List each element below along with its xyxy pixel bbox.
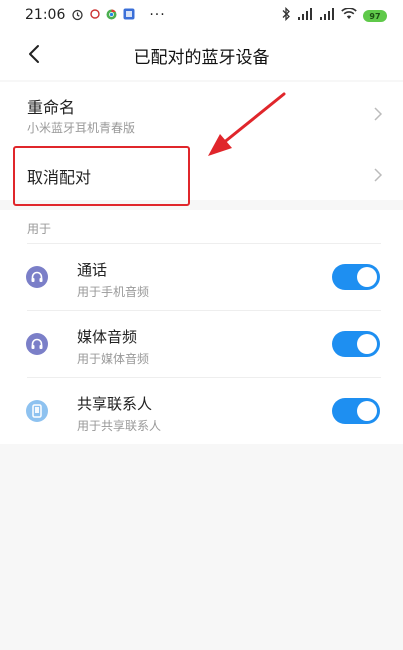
chevron-right-icon [374,107,383,121]
item-subtitle: 用于媒体音频 [77,352,150,366]
header: 已配对的蓝牙设备 [0,30,403,80]
more-notifications: ··· [149,7,166,23]
app-badge-icon [123,8,135,22]
toggle-share-contacts[interactable] [332,398,380,424]
battery-indicator: 97 [363,10,387,22]
alarm-icon [71,8,84,23]
headphone-icon [26,333,48,355]
toggle-call[interactable] [332,264,380,290]
item-subtitle: 用于共享联系人 [77,419,162,433]
status-bar: 21:06 ··· 97 [0,0,403,30]
rename-label: 重命名 [27,98,76,117]
wifi-icon [341,7,357,24]
toggle-knob [357,267,377,287]
list-item-share-contacts: 共享联系人 用于共享联系人 [0,378,403,444]
status-right: 97 [282,6,387,25]
screen: 21:06 ··· 97 已配对的蓝牙设备 重命名 小米蓝牙耳机青春版 取消配对… [0,0,403,650]
headset-icon [26,266,48,288]
unpair-label: 取消配对 [27,168,92,187]
signal-icon-1 [297,8,313,24]
app-notification-icon [90,9,101,21]
device-name: 小米蓝牙耳机青春版 [27,121,136,135]
status-time: 21:06 [25,7,66,23]
item-subtitle: 用于手机音频 [77,285,150,299]
phone-contacts-icon [26,400,48,422]
chevron-right-icon [374,168,383,182]
annotation-arrow [208,92,286,156]
bluetooth-icon [282,6,291,25]
section-label: 用于 [27,222,52,236]
item-title: 媒体音频 [77,328,138,346]
toggle-media-audio[interactable] [332,331,380,357]
signal-icon-2 [319,8,335,24]
use-section: 用于 通话 用于手机音频 媒体音频 用于媒体音频 共享联系人 用于共享联系人 [0,210,403,444]
toggle-knob [357,334,377,354]
toggle-knob [357,401,377,421]
list-item-media-audio: 媒体音频 用于媒体音频 [0,311,403,377]
list-item-call: 通话 用于手机音频 [0,244,403,310]
item-title: 共享联系人 [77,395,153,413]
item-title: 通话 [77,261,108,279]
chrome-notification-icon [106,9,117,22]
page-title: 已配对的蓝牙设备 [133,48,270,68]
